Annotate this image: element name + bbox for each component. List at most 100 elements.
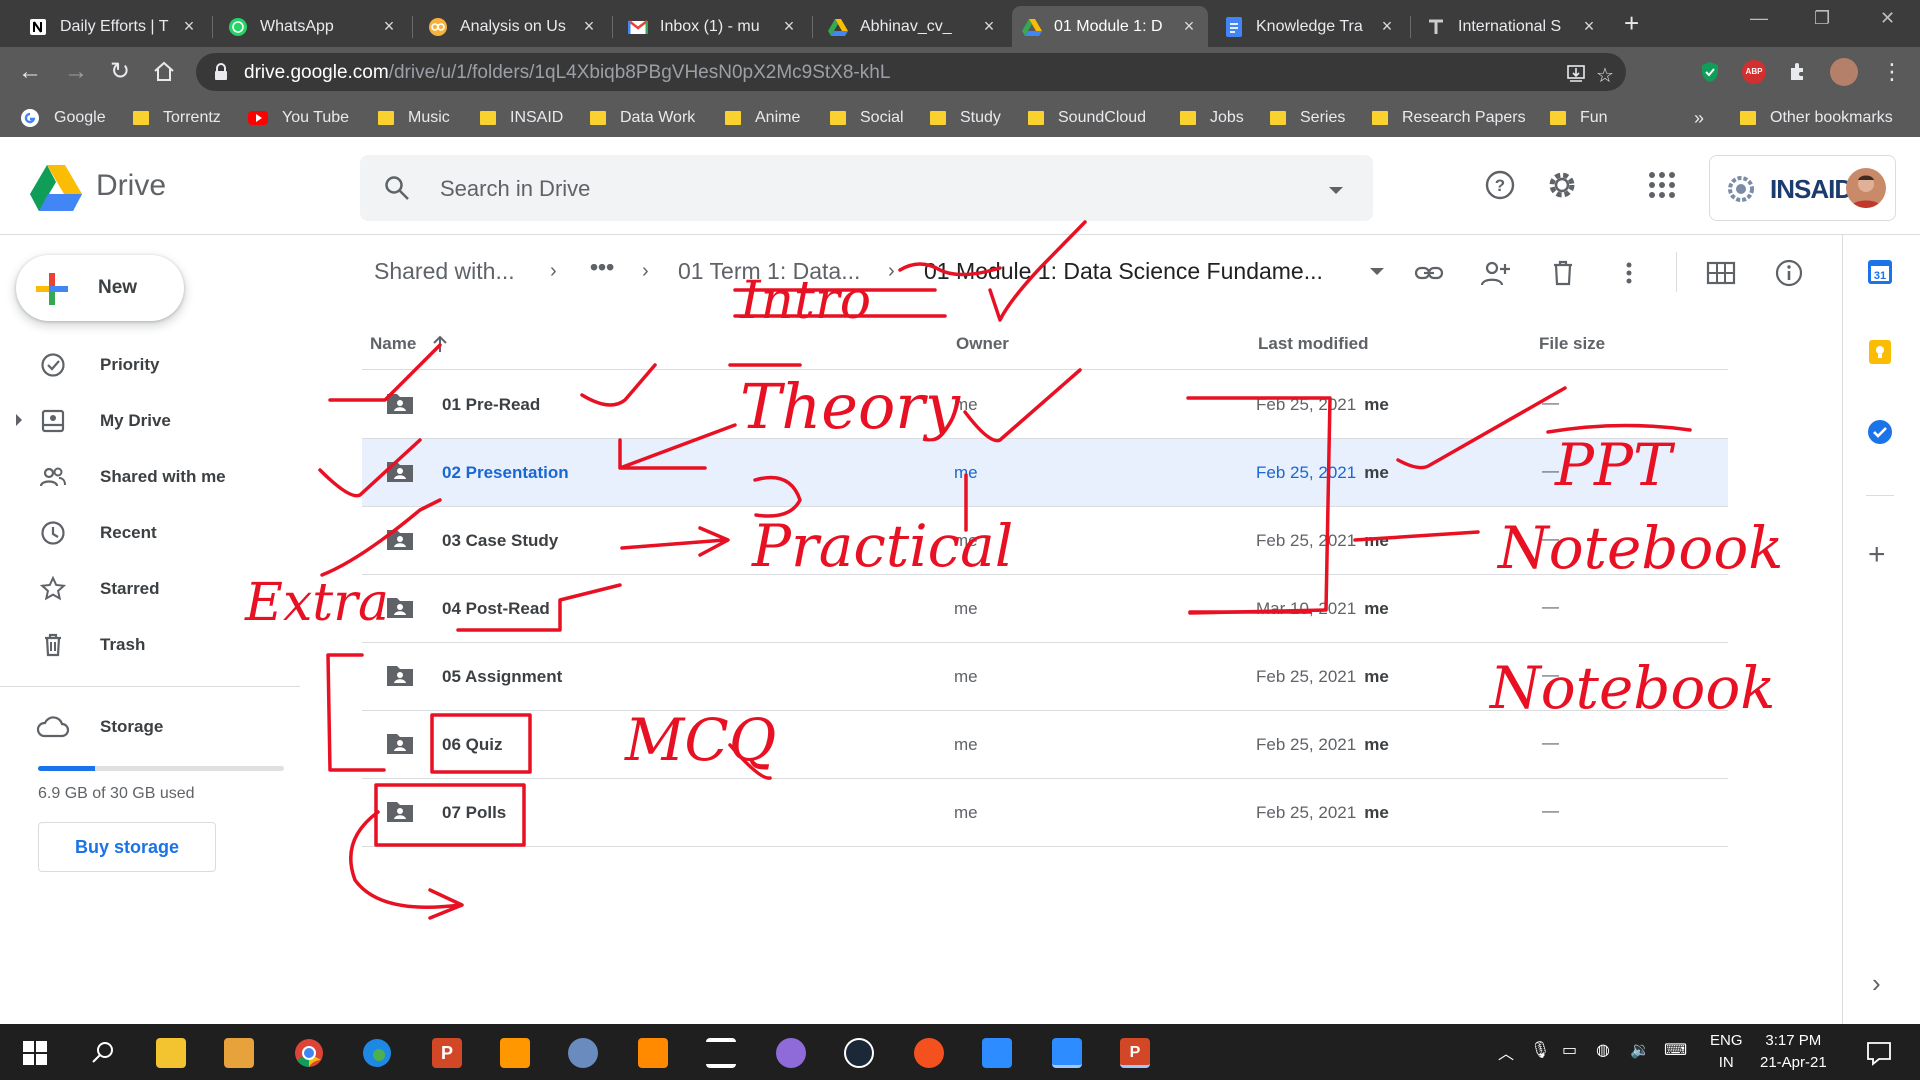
table-row[interactable]: 04 Post-Read me Mar 10, 2021 me — [362,575,1728,643]
file-name[interactable]: 02 Presentation [442,463,569,483]
tor-icon[interactable] [776,1038,806,1068]
link-icon[interactable] [1414,258,1444,288]
notification-icon[interactable] [1864,1038,1894,1068]
file-name[interactable]: 04 Post-Read [442,599,550,619]
breadcrumb-shared-with-me[interactable]: Shared with... [374,258,515,285]
nav-trash[interactable]: Trash [0,621,300,667]
close-tab-icon[interactable]: × [380,16,398,37]
column-owner-header[interactable]: Owner [956,334,1009,354]
close-tab-icon[interactable]: × [1378,16,1396,37]
column-modified-header[interactable]: Last modified [1258,334,1369,354]
bookmark-data-work[interactable]: Data Work [590,107,695,129]
table-row[interactable]: 05 Assignment me Feb 25, 2021 me — [362,643,1728,711]
menu-kebab-icon[interactable]: ⋮ [1880,60,1904,84]
steam-icon[interactable] [844,1038,874,1068]
lock-icon[interactable] [214,63,228,86]
sublime-icon[interactable] [500,1038,530,1068]
tableau-icon[interactable] [638,1038,668,1068]
settings-gear-icon[interactable] [1546,169,1578,201]
home-icon[interactable] [150,58,178,86]
tab-international[interactable]: International S × [1416,6,1608,47]
bookmark-star-icon[interactable]: ☆ [1596,63,1614,88]
tab-daily-efforts[interactable]: Daily Efforts | T × [18,6,208,47]
bookmark-music[interactable]: Music [378,107,450,129]
help-icon[interactable]: ? [1484,169,1516,201]
search-icon[interactable] [384,175,410,201]
bookmark-anime[interactable]: Anime [725,107,800,129]
search-icon[interactable] [88,1038,118,1068]
zoom-icon[interactable] [982,1038,1012,1068]
column-size-header[interactable]: File size [1539,334,1605,354]
info-icon[interactable] [1774,258,1804,288]
close-tab-icon[interactable]: × [180,16,198,37]
account-avatar[interactable] [1846,168,1886,208]
system-clock[interactable]: 3:17 PM 21-Apr-21 [1760,1030,1827,1074]
media-player-icon[interactable] [224,1038,254,1068]
adblock-icon[interactable]: ABP [1742,60,1766,84]
close-tab-icon[interactable]: × [980,16,998,37]
file-explorer-icon[interactable] [156,1038,186,1068]
file-name[interactable]: 06 Quiz [442,735,502,755]
battery-icon[interactable]: ▭ [1562,1040,1577,1060]
restore-button[interactable]: ❐ [1814,8,1830,29]
table-row[interactable]: 02 Presentation me Feb 25, 2021 me — [362,439,1728,507]
minimize-button[interactable]: — [1750,8,1768,29]
install-icon[interactable] [1566,63,1586,89]
close-window-button[interactable]: ✕ [1880,8,1895,29]
zoom-active-icon[interactable] [1052,1038,1082,1068]
bookmark-fun[interactable]: Fun [1550,107,1608,129]
language-indicator[interactable]: ENG IN [1710,1030,1743,1074]
edge-icon[interactable] [362,1038,392,1068]
apps-grid-icon[interactable] [1646,169,1678,201]
more-actions-icon[interactable] [1614,258,1644,288]
sort-ascending-icon[interactable] [432,334,448,354]
address-bar[interactable]: drive.google.com/drive/u/1/folders/1qL4X… [196,53,1626,91]
file-name[interactable]: 07 Polls [442,803,506,823]
table-row[interactable]: 07 Polls me Feb 25, 2021 me — [362,779,1728,847]
nav-shared-with-me[interactable]: Shared with me [0,453,300,499]
windows-start-icon[interactable] [20,1038,50,1068]
shield-extension-icon[interactable] [1698,60,1722,84]
table-row[interactable]: 01 Pre-Read me Feb 25, 2021 me — [362,371,1728,439]
bookmark-series[interactable]: Series [1270,107,1345,129]
forward-button[interactable]: → [62,58,90,86]
tab-gmail[interactable]: Inbox (1) - mu × [618,6,808,47]
breadcrumb-term[interactable]: 01 Term 1: Data... [678,258,860,285]
other-bookmarks[interactable]: Other bookmarks [1740,107,1893,129]
bookmark-torrentz[interactable]: Torrentz [133,107,221,129]
music-app-icon[interactable] [914,1038,944,1068]
tab-knowledge[interactable]: Knowledge Tra × [1214,6,1406,47]
back-button[interactable]: ← [16,58,44,86]
reload-button[interactable]: ↻ [106,58,134,86]
close-tab-icon[interactable]: × [1180,16,1198,37]
profile-avatar[interactable] [1830,58,1858,86]
bookmark-insaid[interactable]: INSAID [480,107,563,129]
expand-caret-icon[interactable] [16,414,22,426]
add-addon-icon[interactable]: + [1868,538,1886,572]
tab-drive-cv[interactable]: Abhinav_cv_ × [818,6,1008,47]
search-options-icon[interactable] [1329,187,1343,194]
bookmark-research-papers[interactable]: Research Papers [1372,107,1526,129]
network-globe-icon[interactable]: ◍ [1596,1040,1610,1060]
bookmark-youtube[interactable]: You Tube [248,107,349,129]
bookmark-google[interactable]: Google [20,107,106,129]
bookmark-study[interactable]: Study [930,107,1001,129]
close-tab-icon[interactable]: × [580,16,598,37]
extensions-icon[interactable] [1786,60,1810,84]
grid-view-icon[interactable] [1706,258,1736,288]
close-tab-icon[interactable]: × [1580,16,1598,37]
tab-module-active[interactable]: 01 Module 1: D × [1012,6,1208,47]
tab-whatsapp[interactable]: WhatsApp × [218,6,408,47]
add-person-icon[interactable] [1480,258,1510,288]
bookmarks-overflow-button[interactable]: » [1694,107,1704,129]
close-tab-icon[interactable]: × [780,16,798,37]
wps-icon[interactable]: P [432,1038,462,1068]
file-name[interactable]: 05 Assignment [442,667,562,687]
app-icon[interactable] [568,1038,598,1068]
delete-icon[interactable] [1548,258,1578,288]
show-hidden-icons[interactable]: ︿ [1498,1040,1514,1064]
keep-icon[interactable] [1866,338,1894,366]
nav-priority[interactable]: Priority [0,341,300,387]
folder-menu-dropdown-icon[interactable] [1370,268,1384,275]
bookmark-jobs[interactable]: Jobs [1180,107,1244,129]
